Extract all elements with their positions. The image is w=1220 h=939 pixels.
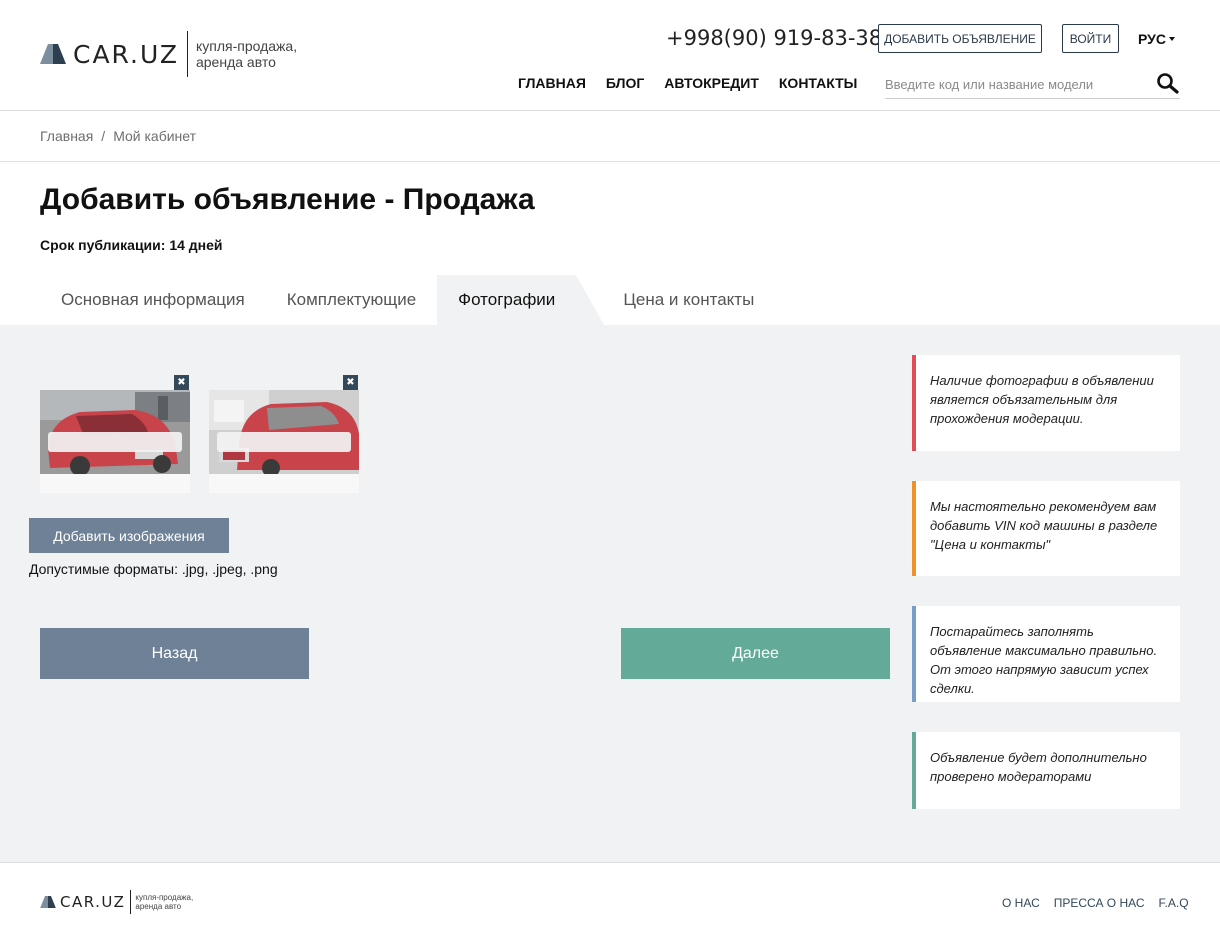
tagline-line-2: аренда авто [135, 902, 182, 911]
info-note-photo-required: Наличие фотографии в объявлении является… [912, 355, 1180, 451]
tagline-line-1: купля-продажа, [195, 38, 298, 54]
tab-components[interactable]: Комплектующие [266, 275, 437, 325]
search-box [885, 70, 1180, 99]
search-input[interactable] [885, 70, 1145, 98]
caret-down-icon [1168, 37, 1175, 41]
nav-item-contacts[interactable]: КОНТАКТЫ [779, 75, 857, 91]
logo-tagline: купля-продажа, аренда авто [196, 38, 306, 70]
logo-divider [130, 890, 132, 914]
tagline-line-2: аренда авто [195, 54, 276, 70]
photo-caption-input[interactable] [217, 432, 351, 452]
info-note-vin: Мы настоятельно рекомендуем вам добавить… [912, 481, 1180, 576]
photo-caption-input[interactable] [48, 432, 182, 452]
phone-number[interactable]: +998(90) 919-83-38 [666, 26, 882, 50]
close-icon[interactable]: ✖ [343, 375, 358, 390]
logo-mark-icon [40, 896, 56, 908]
next-button[interactable]: Далее [621, 628, 890, 679]
page-title: Добавить объявление - Продажа [40, 183, 535, 216]
nav-item-blog[interactable]: БЛОГ [606, 75, 644, 91]
breadcrumb-home[interactable]: Главная [40, 128, 93, 144]
breadcrumb-divider [0, 161, 1220, 162]
language-label: РУС [1138, 31, 1166, 47]
footer-link-press[interactable]: ПРЕССА О НАС [1054, 896, 1145, 910]
breadcrumb-current: Мой кабинет [113, 128, 197, 144]
form-tabs: Основная информация Комплектующие Фотогр… [40, 275, 775, 325]
footer-link-faq[interactable]: F.A.Q [1159, 896, 1189, 910]
footer-logo[interactable]: CAR.UZ купля-продажа, аренда авто [40, 890, 205, 914]
logo-text: CAR.UZ [73, 39, 179, 69]
close-icon[interactable]: ✖ [174, 375, 189, 390]
search-icon[interactable] [1156, 72, 1180, 94]
site-logo[interactable]: CAR.UZ купля-продажа, аренда авто [40, 31, 306, 77]
tab-basic-info[interactable]: Основная информация [40, 275, 266, 325]
footer-link-about[interactable]: О НАС [1002, 896, 1040, 910]
back-button[interactable]: Назад [40, 628, 309, 679]
allowed-formats-text: Допустимые форматы: .jpg, .jpeg, .png [29, 561, 278, 577]
main-nav: ГЛАВНАЯ БЛОГ АВТОКРЕДИТ КОНТАКТЫ [518, 75, 877, 91]
footer-logo-text: CAR.UZ [60, 893, 126, 911]
publication-term: Срок публикации: 14 дней [40, 237, 223, 253]
nav-item-autocredit[interactable]: АВТОКРЕДИТ [664, 75, 759, 91]
add-listing-button[interactable]: ДОБАВИТЬ ОБЪЯВЛЕНИЕ [878, 24, 1042, 53]
logo-mark-icon [40, 44, 66, 64]
footer-logo-tagline: купля-продажа, аренда авто [135, 893, 205, 911]
footer-links: О НАС ПРЕССА О НАС F.A.Q [1002, 896, 1189, 910]
language-selector[interactable]: РУС [1138, 31, 1175, 47]
breadcrumb: Главная / Мой кабинет [40, 128, 196, 144]
logo-divider [186, 31, 188, 77]
tab-photos[interactable]: Фотографии [437, 275, 605, 325]
info-note-moderation: Объявление будет дополнительно проверено… [912, 732, 1180, 809]
tagline-line-1: купля-продажа, [135, 893, 194, 902]
add-images-button[interactable]: Добавить изображения [29, 518, 229, 553]
site-header: CAR.UZ купля-продажа, аренда авто +998(9… [0, 0, 1220, 111]
nav-item-home[interactable]: ГЛАВНАЯ [518, 75, 586, 91]
photo-thumbnail[interactable] [40, 390, 190, 493]
tab-price-contacts[interactable]: Цена и контакты [602, 275, 775, 325]
info-note-accuracy: Постарайтесь заполнять объявление максим… [912, 606, 1180, 702]
breadcrumb-separator: / [101, 128, 106, 144]
photo-thumbnail[interactable] [209, 390, 359, 493]
login-button[interactable]: ВОЙТИ [1062, 24, 1119, 53]
